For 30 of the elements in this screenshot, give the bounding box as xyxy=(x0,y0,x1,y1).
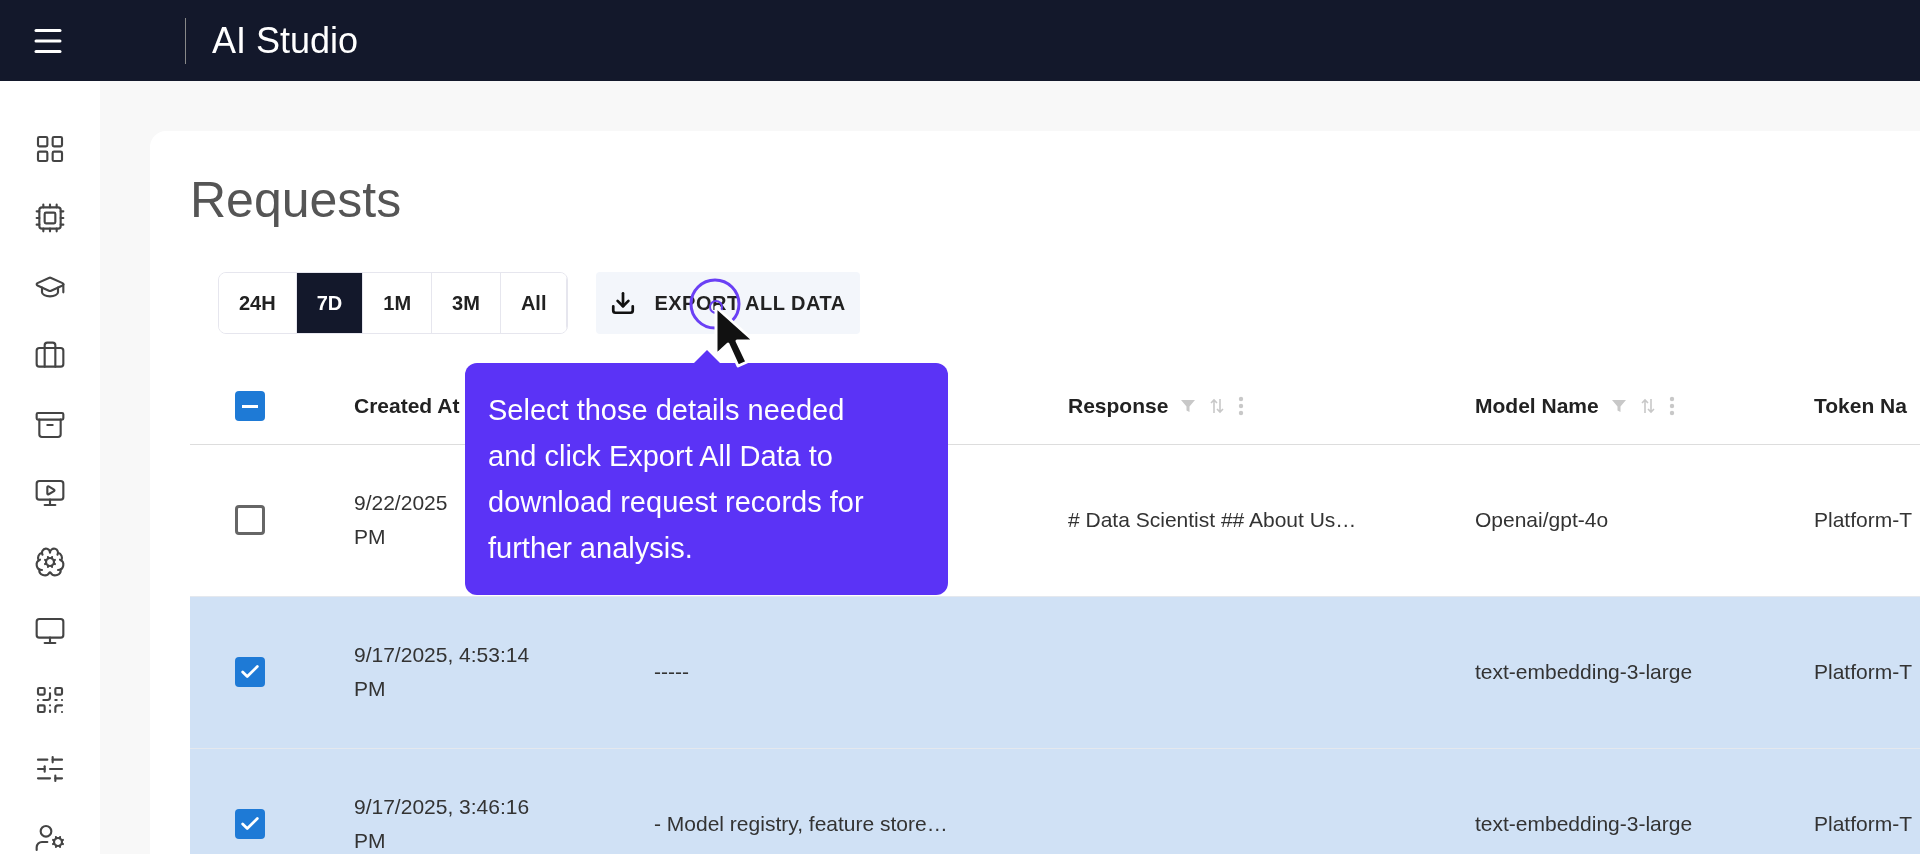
table-cell: Platform-T xyxy=(1814,508,1912,532)
table-cell: text-embedding-3-large xyxy=(1475,812,1693,836)
checkbox[interactable] xyxy=(235,505,265,535)
column-header[interactable]: Token Na xyxy=(1814,390,1907,422)
range-tab[interactable]: 24H xyxy=(219,272,297,333)
range-tab[interactable]: 7D xyxy=(296,272,364,333)
table-cell: Openai/gpt-4o xyxy=(1475,508,1609,532)
table-cell: - Model registry, feature store… xyxy=(654,812,948,836)
column-header[interactable]: Response xyxy=(1068,390,1169,422)
table-cell: Platform-T xyxy=(1814,812,1912,836)
table-cell: text-embedding-3-large xyxy=(1475,660,1693,684)
chip-icon[interactable] xyxy=(33,201,67,235)
table-cell: # Data Scientist ## About Us… xyxy=(1068,508,1357,532)
minus-icon xyxy=(242,404,258,408)
table-row[interactable]: 9/17/2025, 4:53:14 PM ----- text-embedding-3-large Platform-T xyxy=(190,596,1920,749)
table-row[interactable]: 9/17/2025, 3:46:16 PM - Model registry, feature store… text-embedding-3-large Platform-T xyxy=(190,748,1920,854)
table-cell-text: 9/22/2025 PM xyxy=(354,490,448,550)
app-title: AI Studio xyxy=(212,18,359,63)
page-title: Requests xyxy=(190,171,403,230)
checkbox[interactable] xyxy=(235,657,265,687)
table-cell: Platform-T xyxy=(1814,660,1912,684)
column-header[interactable]: Model Name xyxy=(1475,390,1599,422)
table-cell: ----- xyxy=(654,660,689,684)
select-all-checkbox[interactable] xyxy=(235,391,265,421)
checkbox[interactable] xyxy=(235,809,265,839)
head-gear-icon[interactable] xyxy=(33,545,67,579)
table-cell-text: 9/17/2025, 4:53:14 PM xyxy=(354,642,530,702)
column-header[interactable]: Created At xyxy=(354,390,460,422)
table-cell-text: 9/17/2025, 3:46:16 PM xyxy=(354,794,530,854)
download-icon xyxy=(610,289,637,316)
